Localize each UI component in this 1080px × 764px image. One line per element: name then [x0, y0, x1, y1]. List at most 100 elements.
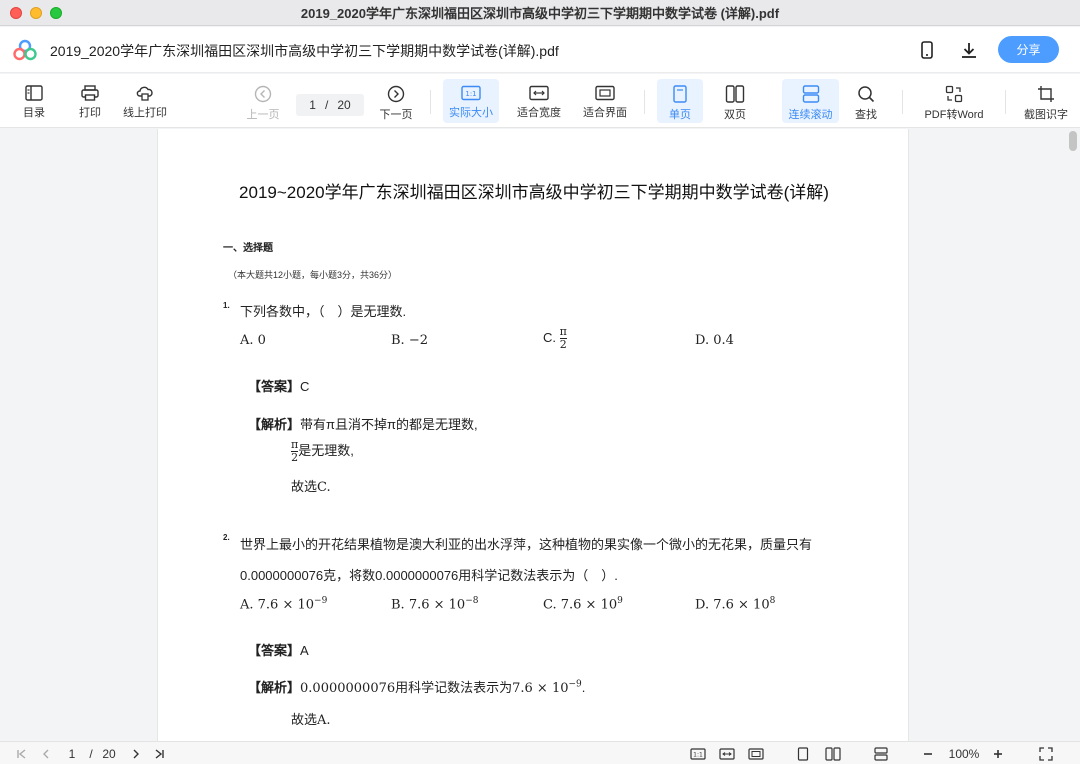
analysis-label: 【解析】 — [248, 680, 301, 695]
fit-page-button[interactable]: 适合界面 — [578, 79, 632, 123]
share-button[interactable]: 分享 — [998, 36, 1059, 63]
toolbar-divider — [644, 90, 645, 114]
continuous-scroll-icon — [802, 85, 819, 103]
analysis-line: 【解析】带有π且消不掉π的都是无理数, — [248, 414, 478, 433]
cloud-print-icon — [136, 86, 153, 101]
double-page-icon[interactable] — [822, 742, 844, 764]
fit-width-button[interactable]: 适合宽度 — [512, 79, 566, 123]
answer-value: A — [300, 643, 309, 658]
answer-line: 【答案】A — [248, 640, 309, 659]
analysis-text: 带有π且消不掉π的都是无理数, — [300, 417, 478, 432]
option-b: B. −2 — [391, 333, 428, 348]
download-icon[interactable] — [958, 39, 980, 61]
status-current-page[interactable]: 1 — [64, 742, 80, 764]
answer-label: 【答案】 — [248, 379, 301, 394]
print-button[interactable]: 打印 — [72, 79, 108, 123]
option-c: C. π2 — [543, 326, 567, 351]
analysis-text: 是无理数, — [298, 442, 354, 458]
option-c-letter: C. — [543, 329, 556, 345]
mobile-icon[interactable] — [916, 39, 938, 61]
zoom-window-button[interactable] — [50, 7, 62, 19]
question-number: 2. — [223, 533, 230, 542]
continuous-scroll-button[interactable]: 连续滚动 — [782, 79, 839, 123]
question-text: 世界上最小的开花结果植物是澳大利亚的出水浮萍，这种植物的果实像一个微小的无花果，… — [240, 537, 813, 552]
document-viewport[interactable]: 2019~2020学年广东深圳福田区深圳市高级中学初三下学期期中数学试卷(详解)… — [0, 129, 1080, 741]
minimize-window-button[interactable] — [30, 7, 42, 19]
option-a: A. 0 — [240, 333, 266, 348]
single-page-icon[interactable] — [793, 742, 813, 764]
printer-icon — [81, 85, 99, 101]
window-controls — [10, 7, 62, 19]
single-page-button[interactable]: 单页 — [657, 79, 703, 123]
toc-label: 目录 — [23, 107, 45, 119]
status-page-separator: / — [89, 746, 93, 761]
main-toolbar: 目录 打印 线上打印 上一页 1 / 20 下一页 1:1 实际大小 适合宽度 … — [0, 74, 1080, 128]
pdf-to-word-button[interactable]: PDF转Word — [918, 79, 990, 123]
svg-text:1:1: 1:1 — [465, 90, 476, 98]
fit-page-icon[interactable] — [746, 742, 766, 764]
page-number-input[interactable]: 1 / 20 — [296, 94, 364, 116]
fraction: π2 — [559, 325, 567, 351]
double-page-label: 双页 — [724, 109, 746, 121]
zoom-in-icon[interactable] — [988, 742, 1008, 764]
convert-icon — [945, 85, 963, 103]
analysis-text: 0.0000000076用科学记数法表示为7.6 × 10 — [300, 681, 569, 696]
single-page-label: 单页 — [669, 109, 691, 121]
toolbar-divider — [430, 90, 431, 114]
last-page-icon[interactable] — [149, 742, 169, 764]
actual-size-button[interactable]: 1:1 实际大小 — [443, 79, 499, 123]
toolbar-divider — [1005, 90, 1006, 114]
answer-label: 【答案】 — [248, 643, 301, 658]
toolbar-divider — [902, 90, 903, 114]
question-number: 1. — [223, 301, 230, 310]
double-page-icon — [725, 85, 745, 103]
pdf-to-word-label: PDF转Word — [924, 109, 984, 121]
section-title: 一、选择题 — [223, 243, 273, 254]
fit-width-icon[interactable] — [717, 742, 737, 764]
next-page-label: 下一页 — [379, 109, 413, 121]
section-note: （本大题共12小题，每小题3分，共36分） — [228, 270, 398, 280]
zoom-out-icon[interactable] — [918, 742, 938, 764]
double-page-button[interactable]: 双页 — [713, 79, 757, 123]
actual-size-icon[interactable]: 1:1 — [688, 742, 708, 764]
file-title: 2019_2020学年广东深圳福田区深圳市高级中学初三下学期期中数学试卷(详解)… — [50, 43, 559, 59]
total-pages: 20 — [337, 98, 351, 112]
option-a: A. 7.6 × 10−9 — [240, 596, 328, 613]
answer-value: C — [300, 379, 310, 394]
current-page: 1 — [309, 98, 316, 112]
window-title: 2019_2020学年广东深圳福田区深圳市高级中学初三下学期期中数学试卷 (详解… — [300, 6, 780, 21]
ocr-screenshot-button[interactable]: 截图识字 — [1018, 79, 1074, 123]
next-page-icon[interactable] — [126, 742, 146, 764]
prev-page-button[interactable]: 上一页 — [243, 79, 283, 123]
fullscreen-icon[interactable] — [1036, 742, 1056, 764]
search-button[interactable]: 查找 — [847, 79, 885, 123]
question-text-continued: 0.0000000076克，将数0.0000000076用科学记数法表示为（ ）… — [240, 568, 618, 583]
fit-width-label: 适合宽度 — [517, 107, 561, 119]
prev-page-label: 上一页 — [246, 109, 280, 121]
fraction-numerator: π — [559, 325, 567, 338]
prev-page-icon[interactable] — [36, 742, 56, 764]
svg-text:1:1: 1:1 — [693, 751, 703, 758]
close-window-button[interactable] — [10, 7, 22, 19]
zoom-level[interactable]: 100% — [944, 742, 984, 764]
analysis-line: 【解析】0.0000000076用科学记数法表示为7.6 × 10−9. — [248, 679, 586, 696]
actual-size-icon: 1:1 — [461, 85, 481, 101]
online-print-button[interactable]: 线上打印 — [118, 79, 172, 123]
analysis-label: 【解析】 — [248, 417, 301, 432]
option-b: B. 7.6 × 10−8 — [391, 596, 479, 613]
fraction-denominator: 2 — [559, 338, 567, 351]
next-page-button[interactable]: 下一页 — [376, 79, 416, 123]
ocr-label: 截图识字 — [1024, 109, 1068, 121]
app-logo-icon — [13, 39, 37, 61]
print-label: 打印 — [79, 107, 101, 119]
vertical-scrollbar[interactable] — [1069, 131, 1077, 151]
status-bar: 1 / 20 1:1 100% — [0, 741, 1080, 764]
first-page-icon[interactable] — [12, 742, 32, 764]
answer-line: 【答案】C — [248, 376, 309, 395]
actual-size-label: 实际大小 — [449, 107, 493, 119]
toc-button[interactable]: 目录 — [16, 79, 52, 123]
page-separator: / — [324, 98, 329, 112]
continuous-scroll-icon[interactable] — [870, 742, 892, 764]
analysis-line: π 2 是无理数, — [291, 439, 354, 464]
analysis-conclusion: 故选A. — [291, 713, 331, 728]
